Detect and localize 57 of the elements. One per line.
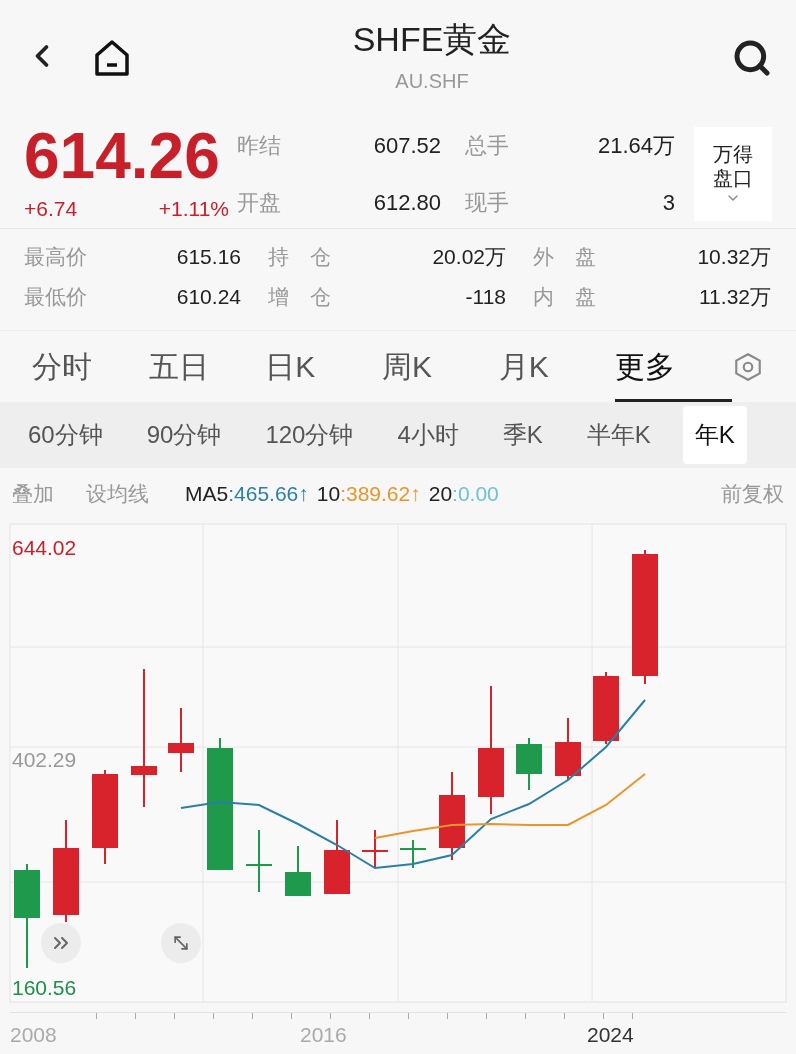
field-label: 现手 (464, 189, 510, 217)
period-tab[interactable]: 周K (382, 331, 499, 402)
interval-tab[interactable]: 季K (490, 406, 555, 464)
field-value: 607.52 (372, 132, 441, 160)
period-tab[interactable]: 五日 (148, 331, 266, 402)
candlestick (168, 707, 194, 773)
field-value: 612.80 (372, 189, 441, 217)
interval-tab[interactable]: 60分钟 (16, 406, 115, 464)
stat-label: 内盘 (532, 283, 606, 310)
percent-change: +1.11% (158, 196, 229, 223)
year-label: 2024 (587, 1022, 634, 1048)
candlestick (555, 717, 581, 781)
stat-label: 持仓 (267, 244, 341, 270)
stat-label: 外盘 (532, 244, 606, 270)
interval-tab[interactable]: 120分钟 (253, 406, 366, 464)
moving-average-value: 10:389.62↑ (316, 481, 421, 508)
year-label: 2008 (10, 1022, 57, 1048)
candlestick (246, 829, 272, 893)
field-label: 昨结 (237, 132, 282, 160)
stat-value: 10.32万 (696, 244, 771, 270)
candlestick (362, 829, 388, 869)
stat-value: -118 (464, 283, 506, 310)
field-value: 21.64万 (596, 132, 675, 160)
home-icon[interactable] (92, 38, 132, 78)
interval-tab[interactable]: 半年K (574, 406, 663, 464)
period-tab[interactable]: 日K (265, 331, 382, 402)
axis-label: 160.56 (12, 975, 77, 1001)
moving-average-value: 20:0.00 (428, 481, 499, 508)
interval-tab[interactable]: 4小时 (385, 406, 471, 464)
stat-label: 最高价 (24, 244, 88, 270)
interval-tab[interactable]: 年K (682, 406, 747, 464)
order-book-button[interactable]: 万得盘口 (694, 127, 772, 221)
axis-label: 644.02 (12, 535, 77, 561)
instrument-code: AU.SHF (395, 69, 469, 94)
candlestick (516, 737, 542, 791)
page-title: SHFE黄金 (352, 19, 512, 60)
stat-label: 增仓 (267, 283, 341, 310)
field-value: 3 (661, 189, 675, 217)
period-tab[interactable]: 分时 (32, 331, 149, 402)
stat-label: 最低价 (24, 283, 88, 310)
field-label: 开盘 (237, 189, 282, 217)
stat-value: 20.02万 (431, 244, 506, 270)
search-icon[interactable] (732, 38, 772, 78)
period-tab[interactable]: 月K (498, 331, 616, 402)
year-label: 2016 (300, 1022, 347, 1048)
stat-value: 610.24 (175, 283, 241, 310)
candlestick (400, 839, 426, 869)
stat-value: 11.32万 (698, 283, 771, 310)
price-change: +6.74 (24, 196, 78, 223)
last-price: 614.26 (24, 123, 221, 190)
field-label: 总手 (464, 132, 510, 160)
interval-tab[interactable]: 90分钟 (134, 406, 234, 464)
expand-icon (171, 933, 191, 953)
axis-label: 402.29 (12, 747, 77, 773)
stat-value: 615.16 (175, 244, 241, 270)
candlestick (285, 845, 311, 897)
moving-average-value: MA5:465.66↑ (185, 481, 309, 508)
